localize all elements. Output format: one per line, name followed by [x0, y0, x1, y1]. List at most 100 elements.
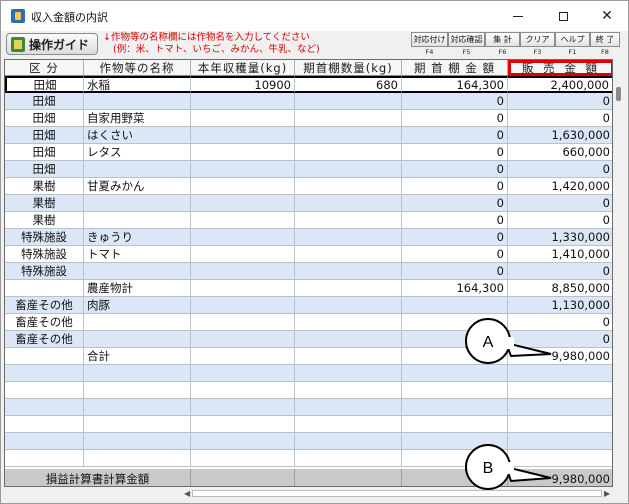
cell-sales[interactable]: 1,630,000: [508, 127, 612, 144]
cell-category[interactable]: 田畑: [5, 93, 84, 110]
cell-harvest[interactable]: [191, 127, 295, 144]
cell-name[interactable]: [84, 331, 191, 348]
cell-category[interactable]: [5, 416, 84, 433]
vertical-scroll-thumb[interactable]: [616, 87, 621, 101]
close-button[interactable]: ✕: [585, 1, 629, 31]
cell-opening-qty[interactable]: [295, 161, 402, 178]
fkey-button-f3[interactable]: クリア: [520, 32, 555, 47]
fkey-button-f1[interactable]: ヘルプ: [555, 32, 590, 47]
cell-category[interactable]: 畜産その他: [5, 297, 84, 314]
cell-sales[interactable]: 0: [508, 212, 612, 229]
cell-category[interactable]: 田畑: [5, 144, 84, 161]
cell-harvest[interactable]: [191, 195, 295, 212]
cell-harvest[interactable]: [191, 433, 295, 450]
fkey-button-f8[interactable]: 終 了: [590, 32, 620, 47]
cell-name[interactable]: [84, 433, 191, 450]
cell-sales[interactable]: 1,330,000: [508, 229, 612, 246]
cell-harvest[interactable]: [191, 212, 295, 229]
cell-opening-qty[interactable]: [295, 195, 402, 212]
cell-name[interactable]: [84, 399, 191, 416]
cell-name[interactable]: [84, 263, 191, 280]
cell-category[interactable]: 畜産その他: [5, 314, 84, 331]
cell-harvest[interactable]: [191, 399, 295, 416]
cell-opening-qty[interactable]: [295, 382, 402, 399]
cell-sales[interactable]: 1,410,000: [508, 246, 612, 263]
cell-harvest[interactable]: 10900: [191, 76, 295, 93]
cell-name[interactable]: レタス: [84, 144, 191, 161]
cell-category[interactable]: 特殊施設: [5, 229, 84, 246]
cell-category[interactable]: 畜産その他: [5, 331, 84, 348]
cell-name[interactable]: きゅうり: [84, 229, 191, 246]
cell-harvest[interactable]: [191, 416, 295, 433]
cell-opening-qty[interactable]: [295, 110, 402, 127]
cell-harvest[interactable]: [191, 110, 295, 127]
cell-harvest[interactable]: [191, 348, 295, 365]
cell-category[interactable]: [5, 365, 84, 382]
minimize-button[interactable]: [496, 1, 540, 31]
cell-harvest[interactable]: [191, 93, 295, 110]
cell-opening-qty[interactable]: [295, 365, 402, 382]
cell-opening-qty[interactable]: [295, 144, 402, 161]
cell-sales[interactable]: 0: [508, 161, 612, 178]
cell-opening-qty[interactable]: [295, 280, 402, 297]
maximize-button[interactable]: [541, 1, 585, 31]
cell-opening-qty[interactable]: [295, 433, 402, 450]
cell-sales[interactable]: 8,850,000: [508, 280, 612, 297]
cell-category[interactable]: 田畑: [5, 110, 84, 127]
fkey-button-f6[interactable]: 集 計: [485, 32, 520, 47]
cell-category[interactable]: 果樹: [5, 195, 84, 212]
cell-sales[interactable]: [508, 382, 612, 399]
cell-category[interactable]: [5, 399, 84, 416]
cell-opening-qty[interactable]: [295, 297, 402, 314]
cell-harvest[interactable]: [191, 178, 295, 195]
cell-harvest[interactable]: [191, 144, 295, 161]
cell-opening-qty[interactable]: [295, 348, 402, 365]
cell-opening-qty[interactable]: [295, 178, 402, 195]
cell-harvest[interactable]: [191, 331, 295, 348]
cell-category[interactable]: 特殊施設: [5, 246, 84, 263]
cell-name[interactable]: はくさい: [84, 127, 191, 144]
cell-opening-qty[interactable]: [295, 416, 402, 433]
cell-harvest[interactable]: [191, 297, 295, 314]
cell-category[interactable]: [5, 433, 84, 450]
cell-category[interactable]: 田畑: [5, 161, 84, 178]
cell-harvest[interactable]: [191, 365, 295, 382]
cell-category[interactable]: 田畑: [5, 76, 84, 93]
cell-sales[interactable]: 0: [508, 195, 612, 212]
cell-sales[interactable]: 0: [508, 93, 612, 110]
cell-name[interactable]: 自家用野菜: [84, 110, 191, 127]
cell-name[interactable]: 肉豚: [84, 297, 191, 314]
cell-opening-qty[interactable]: 680: [295, 76, 402, 93]
cell-category[interactable]: [5, 382, 84, 399]
cell-name[interactable]: 合計: [84, 348, 191, 365]
cell-harvest[interactable]: [191, 161, 295, 178]
cell-name[interactable]: トマト: [84, 246, 191, 263]
cell-sales[interactable]: [508, 399, 612, 416]
cell-name[interactable]: [84, 195, 191, 212]
cell-category[interactable]: 特殊施設: [5, 263, 84, 280]
cell-opening-qty[interactable]: [295, 127, 402, 144]
cell-sales[interactable]: [508, 416, 612, 433]
cell-opening-qty[interactable]: [295, 229, 402, 246]
cell-harvest[interactable]: [191, 246, 295, 263]
fkey-button-f5[interactable]: 対応確認: [448, 32, 485, 47]
cell-sales[interactable]: 0: [508, 263, 612, 280]
cell-opening-qty[interactable]: [295, 263, 402, 280]
scroll-left-icon[interactable]: ◀: [184, 489, 190, 498]
cell-category[interactable]: [5, 450, 84, 467]
cell-sales[interactable]: 1,130,000: [508, 297, 612, 314]
cell-category[interactable]: 果樹: [5, 178, 84, 195]
cell-harvest[interactable]: [191, 314, 295, 331]
operation-guide-button[interactable]: 操作ガイド: [6, 33, 98, 55]
cell-sales[interactable]: 0: [508, 110, 612, 127]
cell-opening-qty[interactable]: [295, 314, 402, 331]
cell-opening-qty[interactable]: [295, 399, 402, 416]
cell-name[interactable]: [84, 382, 191, 399]
cell-category[interactable]: 田畑: [5, 127, 84, 144]
cell-sales[interactable]: 1,420,000: [508, 178, 612, 195]
cell-harvest[interactable]: [191, 280, 295, 297]
cell-harvest[interactable]: [191, 229, 295, 246]
cell-harvest[interactable]: [191, 263, 295, 280]
cell-opening-qty[interactable]: [295, 93, 402, 110]
cell-sales[interactable]: 2,400,000: [508, 76, 612, 93]
